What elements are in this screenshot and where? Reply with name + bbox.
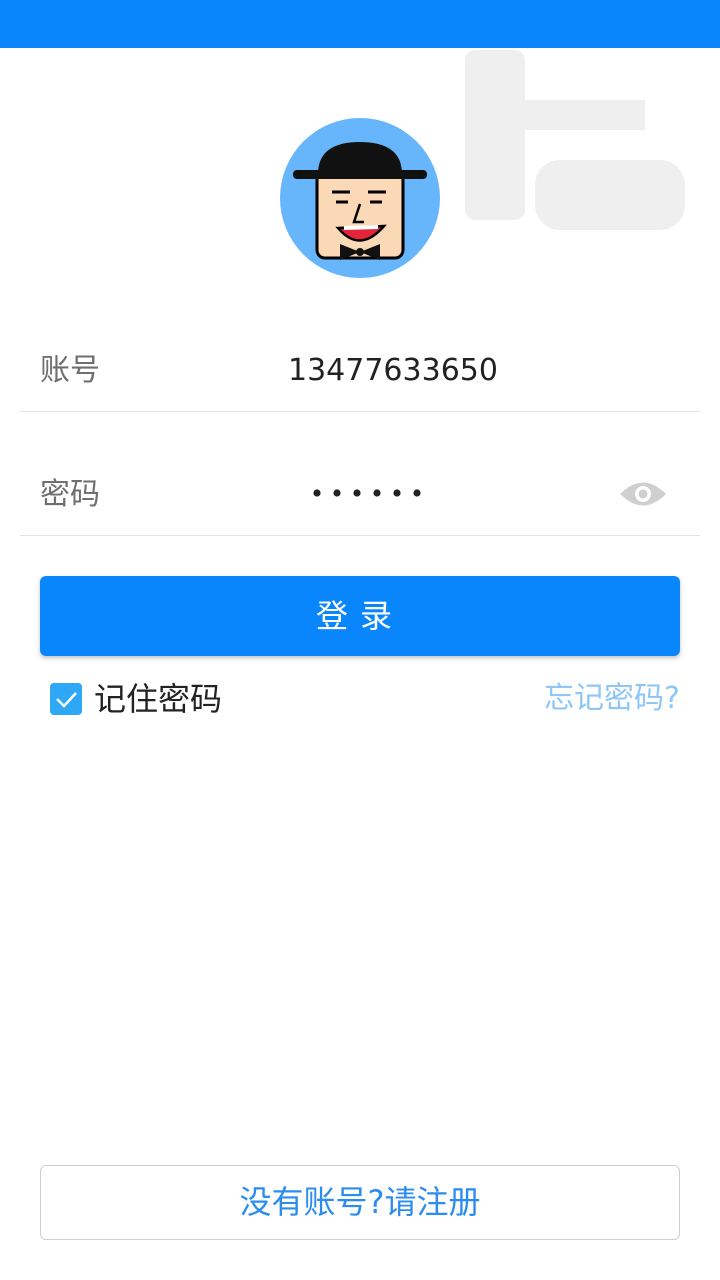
account-row: 账号 13477633650 bbox=[20, 331, 700, 412]
account-label: 账号 bbox=[40, 353, 100, 388]
remember-label: 记住密码 bbox=[94, 680, 223, 718]
remember-checkbox[interactable] bbox=[50, 683, 82, 715]
password-input[interactable] bbox=[311, 483, 431, 503]
login-screen: 账号 13477633650 密码 登录 记住密码 忘记密码? 没有账号?请注册 bbox=[0, 0, 720, 1280]
password-row: 密码 bbox=[20, 455, 700, 536]
watermark-graphic bbox=[465, 50, 685, 230]
account-input[interactable]: 13477633650 bbox=[288, 351, 628, 391]
avatar bbox=[280, 118, 440, 278]
cartoon-man-icon bbox=[293, 142, 427, 260]
login-button[interactable]: 登录 bbox=[40, 576, 680, 656]
remember-password-toggle[interactable]: 记住密码 bbox=[50, 678, 222, 720]
checkmark-icon bbox=[56, 692, 77, 708]
register-button[interactable]: 没有账号?请注册 bbox=[40, 1165, 680, 1240]
eye-icon[interactable] bbox=[618, 477, 668, 511]
forgot-password-link[interactable]: 忘记密码? bbox=[544, 678, 680, 720]
password-label: 密码 bbox=[40, 477, 100, 512]
